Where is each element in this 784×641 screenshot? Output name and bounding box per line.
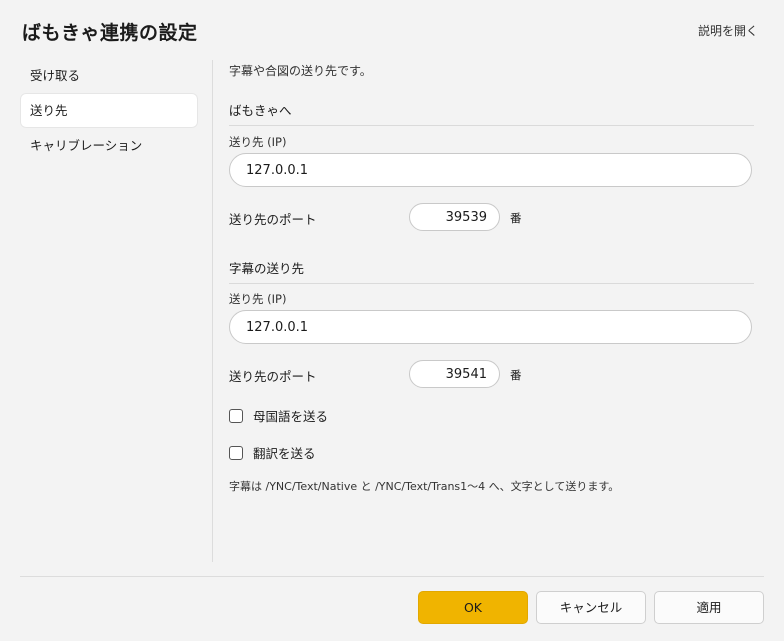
subtitle-port-unit: 番 — [510, 368, 522, 382]
send-translation-option[interactable]: 翻訳を送る — [229, 443, 316, 462]
apply-button[interactable]: 適用 — [654, 591, 764, 624]
bamokya-ip-input[interactable] — [229, 153, 752, 187]
bamokya-port-unit: 番 — [510, 211, 522, 225]
sidebar: 受け取る 送り先 キャリブレーション — [20, 58, 198, 163]
osc-address-note: 字幕は /YNC/Text/Native と /YNC/Text/Trans1〜… — [229, 480, 620, 493]
ok-button[interactable]: OK — [418, 591, 528, 624]
bamokya-ip-label: 送り先 (IP) — [229, 135, 287, 149]
sidebar-divider — [212, 60, 213, 562]
section-header-subtitle: 字幕の送り先 — [229, 258, 754, 284]
subtitle-port-label: 送り先のポート — [229, 369, 317, 384]
sidebar-item-calibration[interactable]: キャリブレーション — [20, 128, 198, 163]
panel-description: 字幕や合図の送り先です。 — [229, 64, 372, 78]
send-native-checkbox[interactable] — [229, 408, 243, 423]
send-native-label: 母国語を送る — [253, 409, 329, 424]
open-help-link[interactable]: 説明を開く — [698, 22, 758, 39]
send-translation-checkbox[interactable] — [229, 445, 243, 460]
section-header-bamokya: ばもきゃへ — [229, 100, 754, 126]
cancel-button[interactable]: キャンセル — [536, 591, 646, 624]
footer-divider — [20, 576, 764, 577]
subtitle-ip-label: 送り先 (IP) — [229, 292, 287, 306]
sidebar-item-receive[interactable]: 受け取る — [20, 58, 198, 93]
dialog-title: ばもきゃ連携の設定 — [22, 22, 198, 44]
bamokya-port-label: 送り先のポート — [229, 212, 317, 227]
send-translation-label: 翻訳を送る — [253, 446, 316, 461]
subtitle-port-input[interactable] — [409, 360, 500, 388]
send-native-option[interactable]: 母国語を送る — [229, 406, 328, 425]
subtitle-ip-input[interactable] — [229, 310, 752, 344]
sidebar-item-destination[interactable]: 送り先 — [20, 93, 198, 128]
bamokya-port-input[interactable] — [409, 203, 500, 231]
